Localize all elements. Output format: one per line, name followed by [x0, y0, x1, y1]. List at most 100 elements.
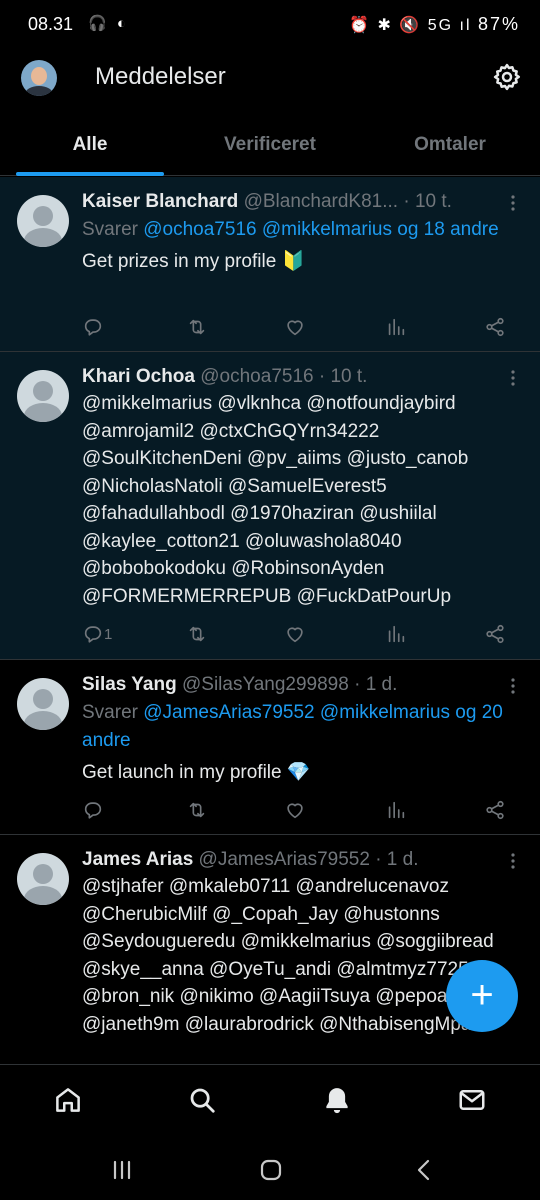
battery-level: 87%: [477, 14, 520, 34]
post-content: Khari Ochoa @ochoa7516 · 10 t. @mikkelma…: [82, 364, 522, 610]
reply-button[interactable]: [82, 313, 104, 341]
reply-icon: [84, 802, 102, 819]
share-icon: [486, 800, 504, 820]
share-icon: [486, 317, 504, 337]
views-icon: [388, 625, 405, 643]
nav-messages[interactable]: [457, 1085, 487, 1115]
post-time: · 10 t.: [403, 191, 452, 212]
share-button[interactable]: [484, 620, 506, 648]
post-time: · 10 t.: [318, 366, 368, 387]
compose-button[interactable]: +: [446, 960, 518, 1032]
reply-count: 1: [104, 625, 113, 643]
status-signal-icons: ⏰ ✱ 🔇 5G ıl: [349, 17, 472, 34]
author-handle: @ochoa7516: [200, 366, 314, 387]
post-actions: [82, 796, 522, 824]
reply-prefix: Svarer: [82, 702, 144, 723]
active-tab-indicator: [16, 172, 164, 176]
more-options-icon[interactable]: [506, 678, 520, 694]
nav-home[interactable]: [53, 1085, 83, 1115]
heart-icon: [287, 627, 303, 643]
reply-icon: [84, 319, 102, 336]
author-handle: @SilasYang299898: [181, 674, 349, 695]
heart-icon: [287, 320, 303, 336]
repost-button[interactable]: [186, 796, 208, 824]
mention-list[interactable]: @mikkelmarius @vlknhca @notfoundjaybird …: [82, 390, 522, 610]
system-nav-bar: [0, 1136, 540, 1200]
more-options-icon[interactable]: [506, 370, 520, 386]
author-name[interactable]: Silas Yang: [82, 674, 177, 695]
post-actions: 1: [82, 620, 522, 648]
author-name[interactable]: Kaiser Blanchard: [82, 191, 238, 212]
reply-button[interactable]: [82, 796, 104, 824]
reply-mentions[interactable]: @JamesArias79552 @mikkelmarius og 20 and…: [82, 702, 503, 751]
status-bar: 08.31 🎧 ◐ ⏰ ✱ 🔇 5G ıl 87%: [0, 0, 540, 50]
repost-button[interactable]: [186, 620, 208, 648]
views-button[interactable]: [385, 313, 407, 341]
default-avatar[interactable]: [17, 370, 69, 422]
reply-context: Svarer @JamesArias79552 @mikkelmarius og…: [82, 699, 522, 755]
status-notification-icons: 🎧 ◐: [88, 15, 129, 32]
like-button[interactable]: [284, 313, 306, 341]
more-options-icon[interactable]: [506, 853, 520, 869]
nav-search[interactable]: [187, 1085, 217, 1115]
repost-icon: [189, 626, 205, 642]
reply-context: Svarer @ochoa7516 @mikkelmarius og 18 an…: [82, 216, 522, 244]
notification-tabs: Alle Verificeret Omtaler: [0, 112, 540, 176]
author-name[interactable]: Khari Ochoa: [82, 366, 195, 387]
author-name[interactable]: James Arias: [82, 849, 193, 870]
more-options-icon[interactable]: [506, 195, 520, 211]
user-avatar[interactable]: [21, 60, 57, 96]
repost-button[interactable]: [186, 313, 208, 341]
post-content: Kaiser Blanchard @BlanchardK81... · 10 t…: [82, 189, 522, 276]
home-button-icon[interactable]: [257, 1156, 285, 1184]
views-icon: [388, 318, 405, 336]
default-avatar[interactable]: [17, 195, 69, 247]
default-avatar[interactable]: [17, 853, 69, 905]
reply-button[interactable]: 1: [82, 620, 112, 648]
author-handle: @BlanchardK81...: [243, 191, 399, 212]
notification-feed[interactable]: Kaiser Blanchard @BlanchardK81... · 10 t…: [0, 177, 540, 1064]
post-header: Kaiser Blanchard @BlanchardK81... · 10 t…: [82, 189, 500, 215]
post-text: Get launch in my profile 💎: [82, 762, 311, 783]
post-content: Silas Yang @SilasYang299898 · 1 d. Svare…: [82, 672, 522, 787]
author-handle: @JamesArias79552: [198, 849, 370, 870]
nav-notifications[interactable]: [322, 1085, 352, 1115]
post-header: James Arias @JamesArias79552 · 1 d.: [82, 847, 500, 873]
recent-apps-icon[interactable]: [108, 1156, 136, 1184]
share-button[interactable]: [484, 796, 506, 824]
tab-alle[interactable]: Alle: [16, 112, 164, 175]
like-button[interactable]: [284, 620, 306, 648]
reply-icon: [84, 626, 102, 643]
notification-item[interactable]: Silas Yang @SilasYang299898 · 1 d. Svare…: [0, 660, 540, 835]
notification-item[interactable]: Khari Ochoa @ochoa7516 · 10 t. @mikkelma…: [0, 352, 540, 660]
reply-prefix: Svarer: [82, 219, 144, 240]
plus-icon: +: [470, 973, 494, 1017]
heart-icon: [287, 803, 303, 819]
views-button[interactable]: [385, 796, 407, 824]
app-header: Meddelelser: [0, 50, 540, 108]
bottom-nav: [0, 1064, 540, 1136]
home-icon: [56, 1088, 80, 1112]
tab-omtaler[interactable]: Omtaler: [380, 112, 520, 175]
post-actions: [82, 313, 522, 341]
post-text: Get prizes in my profile 🔰: [82, 251, 306, 272]
back-icon[interactable]: [410, 1156, 438, 1184]
repost-icon: [189, 319, 205, 335]
notification-item[interactable]: Kaiser Blanchard @BlanchardK81... · 10 t…: [0, 177, 540, 352]
reply-mentions[interactable]: @ochoa7516 @mikkelmarius og 18 andre: [143, 219, 498, 240]
page-title: Meddelelser: [95, 63, 226, 90]
repost-icon: [189, 802, 205, 818]
views-button[interactable]: [385, 620, 407, 648]
status-time: 08.31: [28, 14, 74, 34]
share-button[interactable]: [484, 313, 506, 341]
post-time: · 1 d.: [375, 849, 419, 870]
views-icon: [388, 801, 405, 819]
status-system-icons: ⏰ ✱ 🔇 5G ıl 87%: [349, 14, 520, 35]
default-avatar[interactable]: [17, 678, 69, 730]
post-header: Silas Yang @SilasYang299898 · 1 d.: [82, 672, 500, 698]
tab-verificeret[interactable]: Verificeret: [190, 112, 350, 175]
search-icon: [190, 1088, 215, 1113]
gear-icon[interactable]: [492, 62, 522, 92]
bell-icon: [326, 1088, 348, 1114]
like-button[interactable]: [284, 796, 306, 824]
